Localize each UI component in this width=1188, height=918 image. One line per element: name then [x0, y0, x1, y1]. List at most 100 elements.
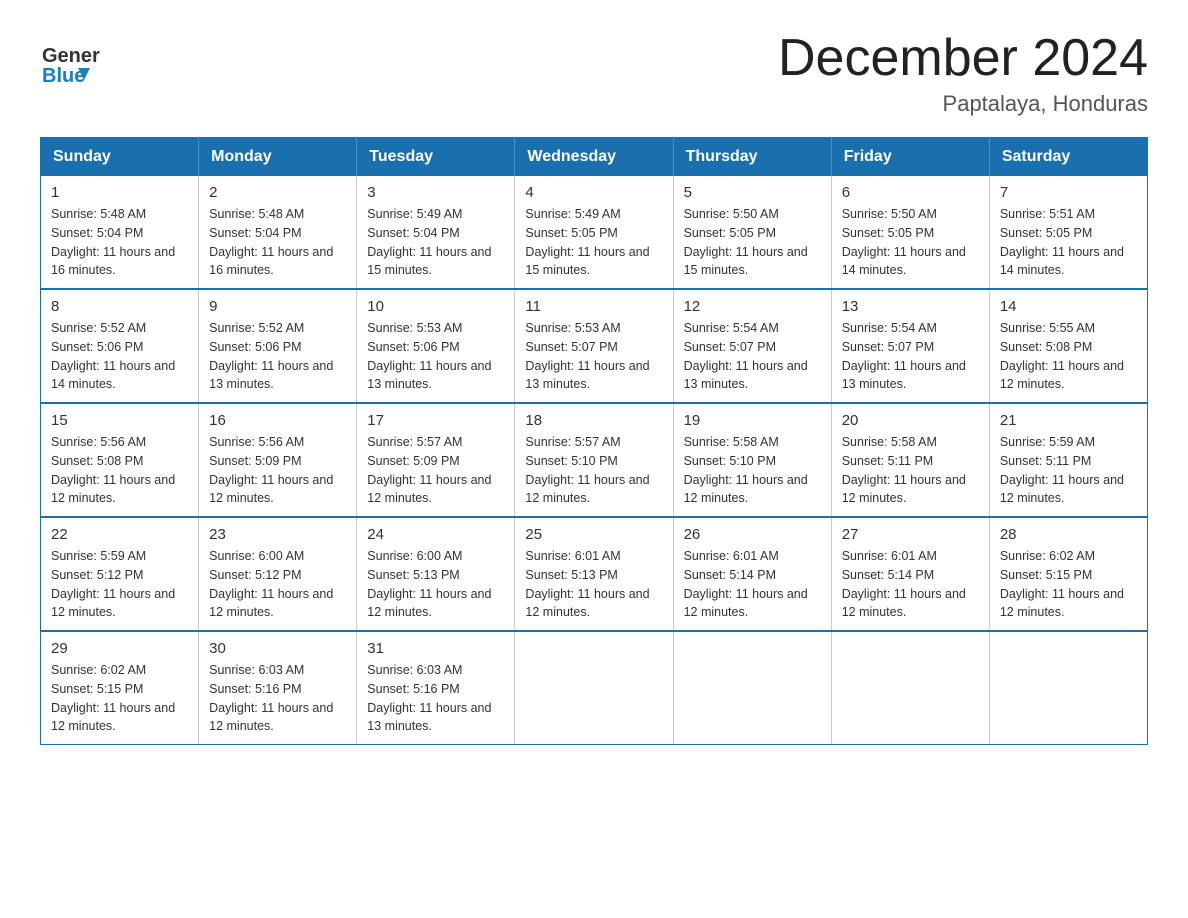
calendar-week-row: 8 Sunrise: 5:52 AMSunset: 5:06 PMDayligh… [41, 289, 1148, 403]
day-number: 7 [1000, 184, 1137, 201]
title-area: December 2024 Paptalaya, Honduras [778, 30, 1148, 117]
day-info: Sunrise: 6:00 AMSunset: 5:12 PMDaylight:… [209, 547, 346, 622]
day-info: Sunrise: 5:55 AMSunset: 5:08 PMDaylight:… [1000, 319, 1137, 394]
day-info: Sunrise: 6:02 AMSunset: 5:15 PMDaylight:… [51, 661, 188, 736]
day-info: Sunrise: 5:53 AMSunset: 5:06 PMDaylight:… [367, 319, 504, 394]
day-info: Sunrise: 5:51 AMSunset: 5:05 PMDaylight:… [1000, 205, 1137, 280]
calendar-cell: 2 Sunrise: 5:48 AMSunset: 5:04 PMDayligh… [199, 176, 357, 289]
day-info: Sunrise: 5:48 AMSunset: 5:04 PMDaylight:… [209, 205, 346, 280]
day-info: Sunrise: 6:01 AMSunset: 5:13 PMDaylight:… [525, 547, 662, 622]
day-number: 19 [684, 412, 821, 429]
day-info: Sunrise: 5:54 AMSunset: 5:07 PMDaylight:… [684, 319, 821, 394]
day-number: 10 [367, 298, 504, 315]
calendar-cell: 23 Sunrise: 6:00 AMSunset: 5:12 PMDaylig… [199, 517, 357, 631]
day-info: Sunrise: 5:52 AMSunset: 5:06 PMDaylight:… [209, 319, 346, 394]
day-info: Sunrise: 6:01 AMSunset: 5:14 PMDaylight:… [842, 547, 979, 622]
day-number: 15 [51, 412, 188, 429]
calendar-cell: 27 Sunrise: 6:01 AMSunset: 5:14 PMDaylig… [831, 517, 989, 631]
day-number: 9 [209, 298, 346, 315]
day-info: Sunrise: 5:53 AMSunset: 5:07 PMDaylight:… [525, 319, 662, 394]
calendar-cell: 29 Sunrise: 6:02 AMSunset: 5:15 PMDaylig… [41, 631, 199, 745]
header-wednesday: Wednesday [515, 138, 673, 177]
day-number: 18 [525, 412, 662, 429]
calendar-cell: 9 Sunrise: 5:52 AMSunset: 5:06 PMDayligh… [199, 289, 357, 403]
calendar-header-row: SundayMondayTuesdayWednesdayThursdayFrid… [41, 138, 1148, 177]
day-info: Sunrise: 5:58 AMSunset: 5:10 PMDaylight:… [684, 433, 821, 508]
svg-text:General: General [42, 45, 100, 67]
header: General Blue December 2024 Paptalaya, Ho… [40, 30, 1148, 117]
calendar-table: SundayMondayTuesdayWednesdayThursdayFrid… [40, 137, 1148, 745]
day-info: Sunrise: 5:57 AMSunset: 5:10 PMDaylight:… [525, 433, 662, 508]
calendar-cell [831, 631, 989, 745]
day-number: 8 [51, 298, 188, 315]
day-info: Sunrise: 5:50 AMSunset: 5:05 PMDaylight:… [684, 205, 821, 280]
day-number: 16 [209, 412, 346, 429]
calendar-cell: 22 Sunrise: 5:59 AMSunset: 5:12 PMDaylig… [41, 517, 199, 631]
calendar-cell [989, 631, 1147, 745]
calendar-cell: 3 Sunrise: 5:49 AMSunset: 5:04 PMDayligh… [357, 176, 515, 289]
calendar-cell: 28 Sunrise: 6:02 AMSunset: 5:15 PMDaylig… [989, 517, 1147, 631]
day-info: Sunrise: 5:56 AMSunset: 5:08 PMDaylight:… [51, 433, 188, 508]
calendar-cell: 5 Sunrise: 5:50 AMSunset: 5:05 PMDayligh… [673, 176, 831, 289]
day-info: Sunrise: 5:59 AMSunset: 5:12 PMDaylight:… [51, 547, 188, 622]
calendar-cell: 13 Sunrise: 5:54 AMSunset: 5:07 PMDaylig… [831, 289, 989, 403]
calendar-cell: 11 Sunrise: 5:53 AMSunset: 5:07 PMDaylig… [515, 289, 673, 403]
calendar-cell: 25 Sunrise: 6:01 AMSunset: 5:13 PMDaylig… [515, 517, 673, 631]
day-info: Sunrise: 5:52 AMSunset: 5:06 PMDaylight:… [51, 319, 188, 394]
day-info: Sunrise: 6:01 AMSunset: 5:14 PMDaylight:… [684, 547, 821, 622]
day-number: 20 [842, 412, 979, 429]
calendar-cell: 12 Sunrise: 5:54 AMSunset: 5:07 PMDaylig… [673, 289, 831, 403]
header-monday: Monday [199, 138, 357, 177]
day-number: 14 [1000, 298, 1137, 315]
calendar-cell: 10 Sunrise: 5:53 AMSunset: 5:06 PMDaylig… [357, 289, 515, 403]
calendar-cell: 18 Sunrise: 5:57 AMSunset: 5:10 PMDaylig… [515, 403, 673, 517]
day-number: 12 [684, 298, 821, 315]
header-sunday: Sunday [41, 138, 199, 177]
day-number: 17 [367, 412, 504, 429]
calendar-cell: 8 Sunrise: 5:52 AMSunset: 5:06 PMDayligh… [41, 289, 199, 403]
calendar-cell: 6 Sunrise: 5:50 AMSunset: 5:05 PMDayligh… [831, 176, 989, 289]
header-thursday: Thursday [673, 138, 831, 177]
day-number: 4 [525, 184, 662, 201]
day-number: 11 [525, 298, 662, 315]
day-number: 27 [842, 526, 979, 543]
day-number: 28 [1000, 526, 1137, 543]
day-number: 2 [209, 184, 346, 201]
calendar-cell: 1 Sunrise: 5:48 AMSunset: 5:04 PMDayligh… [41, 176, 199, 289]
day-number: 30 [209, 640, 346, 657]
day-number: 1 [51, 184, 188, 201]
header-tuesday: Tuesday [357, 138, 515, 177]
calendar-cell [515, 631, 673, 745]
day-number: 31 [367, 640, 504, 657]
calendar-week-row: 29 Sunrise: 6:02 AMSunset: 5:15 PMDaylig… [41, 631, 1148, 745]
calendar-cell: 14 Sunrise: 5:55 AMSunset: 5:08 PMDaylig… [989, 289, 1147, 403]
day-info: Sunrise: 5:59 AMSunset: 5:11 PMDaylight:… [1000, 433, 1137, 508]
calendar-week-row: 15 Sunrise: 5:56 AMSunset: 5:08 PMDaylig… [41, 403, 1148, 517]
calendar-cell: 17 Sunrise: 5:57 AMSunset: 5:09 PMDaylig… [357, 403, 515, 517]
calendar-week-row: 22 Sunrise: 5:59 AMSunset: 5:12 PMDaylig… [41, 517, 1148, 631]
calendar-cell: 20 Sunrise: 5:58 AMSunset: 5:11 PMDaylig… [831, 403, 989, 517]
svg-text:Blue: Blue [42, 65, 85, 87]
day-info: Sunrise: 5:54 AMSunset: 5:07 PMDaylight:… [842, 319, 979, 394]
day-number: 5 [684, 184, 821, 201]
day-number: 22 [51, 526, 188, 543]
day-number: 23 [209, 526, 346, 543]
day-info: Sunrise: 5:56 AMSunset: 5:09 PMDaylight:… [209, 433, 346, 508]
day-number: 21 [1000, 412, 1137, 429]
day-number: 25 [525, 526, 662, 543]
calendar-cell: 26 Sunrise: 6:01 AMSunset: 5:14 PMDaylig… [673, 517, 831, 631]
page-title: December 2024 [778, 30, 1148, 87]
day-info: Sunrise: 5:50 AMSunset: 5:05 PMDaylight:… [842, 205, 979, 280]
day-number: 3 [367, 184, 504, 201]
calendar-cell: 24 Sunrise: 6:00 AMSunset: 5:13 PMDaylig… [357, 517, 515, 631]
calendar-cell: 21 Sunrise: 5:59 AMSunset: 5:11 PMDaylig… [989, 403, 1147, 517]
day-info: Sunrise: 5:57 AMSunset: 5:09 PMDaylight:… [367, 433, 504, 508]
header-friday: Friday [831, 138, 989, 177]
calendar-cell [673, 631, 831, 745]
calendar-cell: 31 Sunrise: 6:03 AMSunset: 5:16 PMDaylig… [357, 631, 515, 745]
day-number: 24 [367, 526, 504, 543]
logo: General Blue [40, 30, 100, 90]
calendar-cell: 7 Sunrise: 5:51 AMSunset: 5:05 PMDayligh… [989, 176, 1147, 289]
calendar-cell: 19 Sunrise: 5:58 AMSunset: 5:10 PMDaylig… [673, 403, 831, 517]
calendar-cell: 30 Sunrise: 6:03 AMSunset: 5:16 PMDaylig… [199, 631, 357, 745]
